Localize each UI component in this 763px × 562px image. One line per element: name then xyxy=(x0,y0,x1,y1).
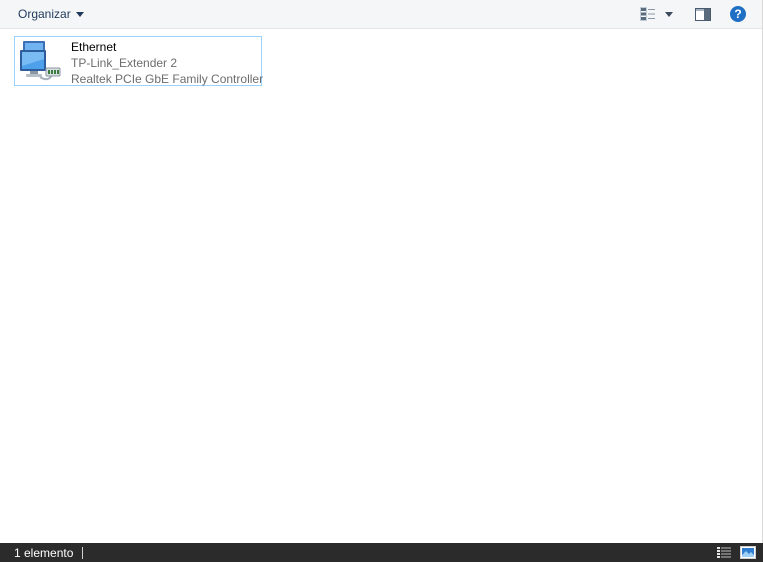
network-adapter-icon xyxy=(20,41,61,81)
connection-adapter: Realtek PCIe GbE Family Controller xyxy=(71,72,264,86)
network-connection-item[interactable]: Ethernet TP-Link_Extender 2 Realtek PCIe… xyxy=(14,36,263,87)
help-button[interactable]: ? xyxy=(728,4,748,24)
chevron-down-icon xyxy=(665,11,673,17)
item-details: Ethernet TP-Link_Extender 2 Realtek PCIe… xyxy=(71,39,263,87)
item-count: 1 elemento xyxy=(14,546,74,560)
view-options-dropdown[interactable] xyxy=(661,4,677,24)
change-view-icon xyxy=(640,7,655,21)
command-bar: Organizar ? xyxy=(0,0,762,29)
preview-pane-icon xyxy=(695,7,711,21)
chevron-down-icon xyxy=(75,12,84,17)
tiles-view-icon[interactable] xyxy=(740,546,756,559)
status-separator xyxy=(82,547,83,559)
change-view-button[interactable] xyxy=(637,4,659,24)
connection-network: TP-Link_Extender 2 xyxy=(71,56,178,70)
connection-name: Ethernet xyxy=(71,40,117,54)
organize-label: Organizar xyxy=(18,7,71,21)
preview-pane-button[interactable] xyxy=(691,4,715,24)
help-icon: ? xyxy=(730,6,746,22)
organize-menu-button[interactable]: Organizar xyxy=(12,3,90,25)
details-view-icon[interactable] xyxy=(716,546,732,559)
network-connections-window: Organizar ? Ethernet TP-Link_Extender 2 … xyxy=(0,0,763,562)
status-bar: 1 elemento xyxy=(0,543,763,562)
